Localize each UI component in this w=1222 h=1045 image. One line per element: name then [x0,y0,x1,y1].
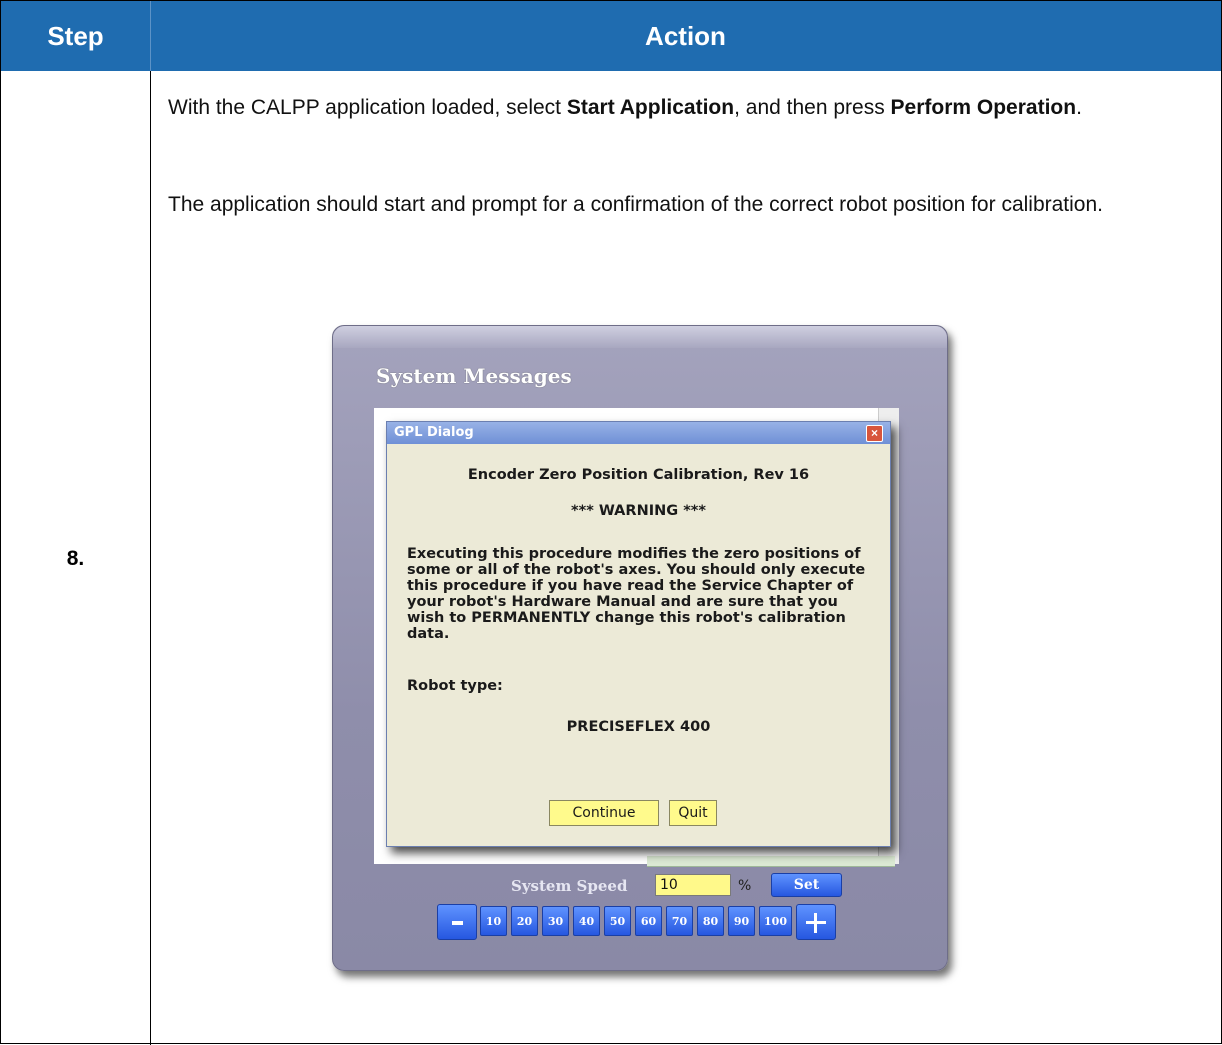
continue-button[interactable]: Continue [549,800,659,826]
increase-speed-button[interactable] [796,904,836,940]
header-step: Step [47,20,104,51]
header-action: Action [645,20,726,51]
instruction-paragraph-1: With the CALPP application loaded, selec… [168,92,1198,123]
dialog-titlebar: GPL Dialog × [387,422,890,444]
speed-preset-button[interactable]: 40 [573,906,600,936]
robot-type-value: PRECISEFLEX 400 [566,719,711,735]
perform-operation-term: Perform Operation [890,96,1077,119]
system-speed-input[interactable]: 10 [655,874,731,896]
speed-preset-button[interactable]: 80 [697,906,724,936]
speed-preset-button[interactable]: 30 [542,906,569,936]
status-bar [647,856,895,867]
speed-preset-button[interactable]: 100 [759,906,792,936]
speed-preset-button[interactable]: 70 [666,906,693,936]
dialog-body: Executing this procedure modifies the ze… [407,546,866,642]
dialog-warning: *** WARNING *** [571,503,706,519]
instruction-text: . [1076,96,1082,119]
speed-preset-button[interactable]: 50 [604,906,631,936]
instruction-text: , and then press [734,96,891,119]
dialog-heading: Encoder Zero Position Calibration, Rev 1… [467,467,810,483]
system-speed-label: System Speed [511,877,628,895]
quit-button[interactable]: Quit [669,800,717,826]
table-header: Step Action [1,1,1221,71]
gpl-dialog: GPL Dialog × Encoder Zero Position Calib… [386,421,891,847]
instruction-text: With the CALPP application loaded, selec… [168,96,567,119]
instruction-paragraph-2: The application should start and prompt … [168,193,1103,216]
column-divider [150,71,151,1045]
set-speed-button[interactable]: Set [771,873,842,897]
panel-title: System Messages [376,364,572,388]
minus-icon [452,921,463,925]
speed-percent-unit: % [738,878,752,894]
speed-preset-button[interactable]: 20 [511,906,538,936]
dialog-title: GPL Dialog [394,425,474,440]
close-icon[interactable]: × [866,425,883,442]
speed-preset-button[interactable]: 90 [728,906,755,936]
robot-type-label: Robot type: [407,678,503,694]
speed-preset-button[interactable]: 60 [635,906,662,936]
decrease-speed-button[interactable] [437,904,477,940]
step-number: 8. [66,547,85,570]
panel-top-bevel [333,326,947,348]
step-table: Step Action 8. With the CALPP applicatio… [0,0,1222,1045]
start-application-term: Start Application [566,96,735,119]
speed-preset-button[interactable]: 10 [480,906,507,936]
